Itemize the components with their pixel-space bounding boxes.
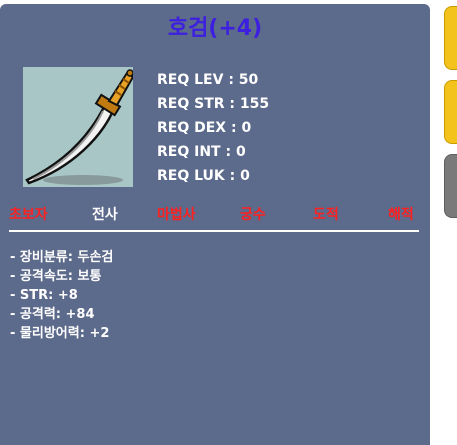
side-tab-3[interactable] <box>444 154 457 218</box>
req-str: REQ STR : 155 <box>157 96 270 112</box>
job-warrior: 전사 <box>92 207 118 223</box>
job-bowman: 궁수 <box>240 207 266 223</box>
stat-attack: - 공격력: +84 <box>10 307 95 322</box>
req-luk: REQ LUK : 0 <box>157 168 250 184</box>
job-beginner: 초보자 <box>9 207 48 223</box>
divider <box>9 230 419 232</box>
req-int: REQ INT : 0 <box>157 144 246 160</box>
job-magician: 마법사 <box>157 207 196 223</box>
item-tooltip: 호검(+4) REQ LEV : 50 REQ STR : 155 REQ DE… <box>0 4 430 445</box>
req-dex: REQ DEX : 0 <box>157 120 252 136</box>
req-level: REQ LEV : 50 <box>157 72 259 88</box>
stat-attack-speed: - 공격속도: 보통 <box>10 269 102 284</box>
stat-defense: - 물리방어력: +2 <box>10 326 110 341</box>
requirements-list: REQ LEV : 50 REQ STR : 155 REQ DEX : 0 R… <box>157 68 269 188</box>
job-pirate: 해적 <box>388 207 414 223</box>
item-title: 호검(+4) <box>167 16 263 41</box>
item-icon-frame <box>23 67 133 187</box>
stats-list: - 장비분류: 두손검 - 공격속도: 보통 - STR: +8 - 공격력: … <box>10 248 113 343</box>
stat-category: - 장비분류: 두손검 <box>10 250 114 265</box>
sword-icon <box>25 69 133 185</box>
job-list: 초보자 전사 마법사 궁수 도적 해적 <box>0 204 430 224</box>
side-tab-2[interactable] <box>444 80 457 144</box>
side-tab-1[interactable] <box>444 6 457 70</box>
job-thief: 도적 <box>313 207 339 223</box>
stat-str: - STR: +8 <box>10 288 78 303</box>
